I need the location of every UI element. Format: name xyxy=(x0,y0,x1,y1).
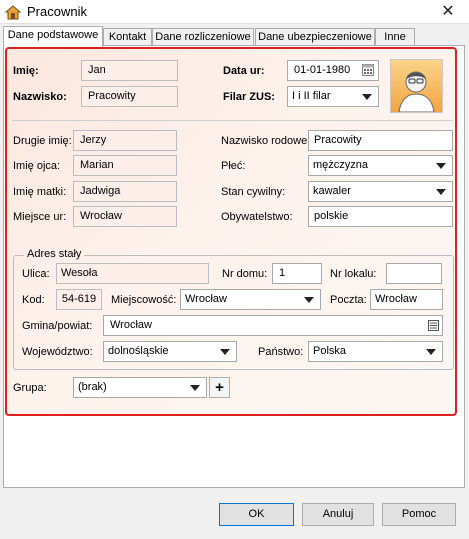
nr-domu-field[interactable]: 1 xyxy=(272,263,322,284)
poczta-field[interactable]: Wrocław xyxy=(370,289,443,310)
nr-lokalu-field[interactable] xyxy=(386,263,442,284)
ulica-label: Ulica: xyxy=(22,268,50,280)
data-ur-field[interactable]: 01-01-1980 xyxy=(287,60,379,81)
tab-dane-rozliczeniowe[interactable]: Dane rozliczeniowe xyxy=(152,28,254,46)
miejscowosc-select[interactable]: Wrocław xyxy=(180,289,321,310)
tab-dane-podstawowe[interactable]: Dane podstawowe xyxy=(3,26,103,47)
chevron-down-icon xyxy=(436,163,446,169)
chevron-down-icon xyxy=(436,189,446,195)
help-button[interactable]: Pomoc xyxy=(382,503,456,526)
wojewodztwo-select[interactable]: dolnośląskie xyxy=(103,341,237,362)
poczta-label: Poczta: xyxy=(330,294,367,306)
chevron-down-icon xyxy=(190,385,200,391)
gmina-value: Wrocław xyxy=(110,319,152,331)
chevron-down-icon xyxy=(362,94,372,100)
nazwisko-field[interactable]: Pracowity xyxy=(81,86,178,107)
data-ur-value: 01-01-1980 xyxy=(294,64,351,76)
stan-cywilny-label: Stan cywilny: xyxy=(221,186,286,198)
miejsce-ur-field[interactable]: Wrocław xyxy=(73,206,177,227)
add-group-button[interactable]: + xyxy=(209,377,230,398)
title-bar: Pracownik ✕ xyxy=(0,0,469,24)
filar-zus-label: Filar ZUS: xyxy=(223,91,275,103)
wojewodztwo-label: Województwo: xyxy=(22,346,93,358)
chevron-down-icon xyxy=(426,349,436,355)
miejsce-ur-label: Miejsce ur: xyxy=(13,211,67,223)
stan-cywilny-value: kawaler xyxy=(313,185,351,197)
obywatelstwo-label: Obywatelstwo: xyxy=(221,211,293,223)
tab-kontakt[interactable]: Kontakt xyxy=(103,28,152,46)
filar-zus-value: I i II filar xyxy=(292,90,331,102)
close-button[interactable]: ✕ xyxy=(435,2,461,22)
plec-label: Płeć: xyxy=(221,160,246,172)
stan-cywilny-select[interactable]: kawaler xyxy=(308,181,453,202)
drugie-imie-field[interactable]: Jerzy xyxy=(73,130,177,151)
tab-dane-ubezpieczeniowe[interactable]: Dane ubezpieczeniowe xyxy=(255,28,375,46)
list-icon[interactable] xyxy=(428,320,439,331)
address-legend: Adres stały xyxy=(24,248,85,260)
wojewodztwo-value: dolnośląskie xyxy=(108,345,169,357)
nazwisko-rodowe-field[interactable]: Pracowity xyxy=(308,130,453,151)
kod-label: Kod: xyxy=(22,294,45,306)
imie-matki-field[interactable]: Jadwiga xyxy=(73,181,177,202)
ok-button[interactable]: OK xyxy=(219,503,294,526)
panstwo-value: Polska xyxy=(313,345,347,357)
drugie-imie-label: Drugie imię: xyxy=(13,135,72,147)
cancel-button[interactable]: Anuluj xyxy=(302,503,374,526)
separator xyxy=(12,120,453,121)
grupa-label: Grupa: xyxy=(13,382,47,394)
data-ur-label: Data ur: xyxy=(223,65,265,77)
imie-field[interactable]: Jan xyxy=(81,60,178,81)
kod-field[interactable]: 54-619 xyxy=(56,289,102,310)
gmina-label: Gmina/powiat: xyxy=(22,320,93,332)
ulica-field[interactable]: Wesoła xyxy=(56,263,209,284)
imie-ojca-label: Imię ojca: xyxy=(13,160,61,172)
panstwo-select[interactable]: Polska xyxy=(308,341,443,362)
miejscowosc-label: Miejscowość: xyxy=(111,294,177,306)
imie-ojca-field[interactable]: Marian xyxy=(73,155,177,176)
imie-matki-label: Imię matki: xyxy=(13,186,67,198)
gmina-field[interactable]: Wrocław xyxy=(103,315,443,336)
grupa-value: (brak) xyxy=(78,381,107,393)
window-title: Pracownik xyxy=(27,4,87,19)
avatar[interactable] xyxy=(390,59,443,113)
person-icon xyxy=(398,71,435,113)
calendar-icon[interactable] xyxy=(362,64,374,76)
filar-zus-select[interactable]: I i II filar xyxy=(287,86,379,107)
grupa-select[interactable]: (brak) xyxy=(73,377,207,398)
imie-label: Imię: xyxy=(13,65,39,77)
app-icon xyxy=(5,5,21,20)
nr-lokalu-label: Nr lokalu: xyxy=(330,268,377,280)
nazwisko-label: Nazwisko: xyxy=(13,91,67,103)
miejscowosc-value: Wrocław xyxy=(185,293,227,305)
plec-select[interactable]: mężczyzna xyxy=(308,155,453,176)
nazwisko-rodowe-label: Nazwisko rodowe: xyxy=(221,135,311,147)
tab-inne[interactable]: Inne xyxy=(375,28,415,46)
chevron-down-icon xyxy=(304,297,314,303)
nr-domu-label: Nr domu: xyxy=(222,268,268,280)
obywatelstwo-field[interactable]: polskie xyxy=(308,206,453,227)
chevron-down-icon xyxy=(220,349,230,355)
panstwo-label: Państwo: xyxy=(258,346,304,358)
plec-value: mężczyzna xyxy=(313,159,369,171)
